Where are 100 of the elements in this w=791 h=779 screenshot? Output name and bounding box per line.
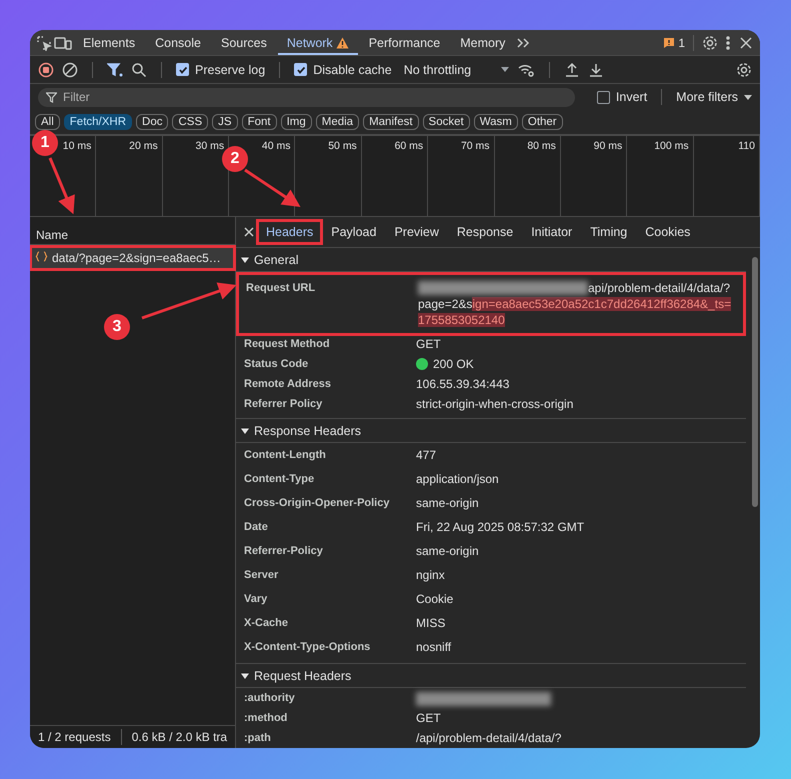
issues-badge[interactable]: 1 (663, 36, 685, 50)
timeline-tick-label: 90 ms (594, 140, 622, 152)
panel-tab[interactable]: Network (278, 30, 358, 55)
triangle-icon[interactable] (241, 256, 249, 264)
section-header[interactable]: Response Headers (236, 419, 746, 443)
type-filter-chip[interactable]: Wasm (474, 114, 518, 130)
checkbox[interactable] (176, 63, 189, 76)
header-value: 477 (416, 448, 436, 462)
caret-icon[interactable] (744, 94, 752, 100)
panel-tab[interactable]: Sources (212, 30, 276, 55)
timeline-tick-label: 60 ms (394, 140, 424, 152)
detail-tab[interactable]: Preview (386, 221, 447, 243)
type-filter-chip[interactable]: Media (316, 114, 360, 130)
header-name: Vary (244, 592, 268, 607)
device-toolbar-icon[interactable] (54, 34, 72, 50)
header-value: GET (416, 337, 441, 351)
panel-tab[interactable]: Performance (360, 30, 450, 55)
type-filter-chip[interactable]: Other (522, 114, 563, 130)
type-filter-chip[interactable]: Font (242, 114, 277, 130)
more-tabs-icon[interactable] (516, 36, 530, 48)
header-name: Referrer Policy (244, 397, 324, 412)
timeline-tick-label: 110 (738, 140, 755, 152)
search-icon[interactable] (131, 62, 147, 78)
header-name: Date (244, 520, 269, 535)
type-filter-chip[interactable]: Doc (136, 114, 168, 130)
type-filter-chip[interactable]: JS (212, 114, 238, 130)
timeline-tick-label: 30 ms (195, 140, 224, 152)
detail-tab[interactable]: Payload (323, 221, 384, 243)
type-filter-chip[interactable]: Img (280, 114, 312, 130)
header-value: 106.55.39.34:443 (416, 377, 510, 391)
header-name: Referrer-Policy (244, 544, 324, 559)
panel-tab[interactable]: Console (146, 30, 210, 55)
triangle-icon[interactable] (241, 426, 249, 434)
timeline-tick-label: 20 ms (129, 140, 158, 152)
header-name: :authority (244, 691, 296, 706)
header-value: MISS (416, 616, 446, 630)
header-value: /api/problem-detail/4/data/? (416, 731, 562, 745)
download-icon[interactable] (588, 62, 604, 78)
close-icon[interactable] (738, 34, 754, 50)
stop-recording-icon[interactable] (38, 62, 54, 78)
panel-tab[interactable]: Elements (74, 30, 144, 55)
header-name: X-Cache (244, 616, 290, 631)
detail-tab[interactable]: Timing (582, 221, 636, 243)
request-row[interactable]: data/?page=2&sign=ea8aec5… (31, 247, 234, 269)
type-filter-chip[interactable]: CSS (172, 114, 208, 130)
detail-tab[interactable]: Response (448, 221, 522, 243)
header-value: same-origin (416, 544, 479, 558)
checkbox[interactable] (596, 90, 610, 104)
more-filters-dropdown[interactable]: More filters (676, 90, 752, 104)
checkbox-label: Invert (616, 90, 648, 104)
section-header[interactable]: Request Headers (236, 664, 746, 688)
filter-icon (46, 92, 57, 102)
timeline-tick-label: 50 ms (328, 140, 357, 152)
close-icon[interactable] (242, 225, 256, 239)
triangle-icon[interactable] (241, 672, 249, 680)
column-header[interactable]: Name (36, 228, 68, 242)
type-filter-chip[interactable]: Socket (422, 114, 470, 130)
timeline-tick-label: 70 ms (460, 140, 490, 152)
header-value: Fri, 22 Aug 2025 08:57:32 GMT (416, 520, 584, 534)
header-value: same-origin (416, 496, 479, 510)
panel-tab[interactable]: Memory (451, 30, 514, 55)
throttling-dropdown[interactable]: No throttling (400, 62, 510, 76)
checkbox[interactable] (294, 63, 308, 76)
filter-icon[interactable] (107, 62, 123, 78)
header-name: Request Method (244, 337, 331, 352)
checkbox-label: Disable cache (313, 62, 392, 76)
header-name: Content-Type (244, 472, 316, 487)
clear-icon[interactable] (62, 62, 78, 78)
header-value: 200 OK (433, 357, 474, 371)
timeline-tick-label: 100 ms (654, 140, 689, 152)
upload-icon[interactable] (564, 62, 580, 78)
type-filter-chip[interactable]: All (35, 114, 60, 130)
timeline-tick-label: 10 ms (62, 140, 92, 152)
detail-tab[interactable]: Headers (258, 221, 322, 243)
scrollbar[interactable] (752, 257, 758, 507)
settings-icon[interactable] (702, 34, 718, 50)
type-filter-chip[interactable]: Manifest (363, 114, 419, 130)
header-value: nginx (416, 568, 445, 582)
section-header[interactable]: General (236, 248, 746, 272)
header-name: Status Code (244, 357, 310, 372)
header-value: strict-origin-when-cross-origin (416, 397, 574, 411)
status-text: 0.6 kB / 2.0 kB tra (132, 730, 228, 744)
filter-field[interactable]: Filter (38, 88, 575, 106)
inspect-icon[interactable] (36, 34, 52, 50)
type-filter-chip[interactable]: Fetch/XHR (64, 114, 132, 130)
timeline-tick-label: 40 ms (262, 140, 290, 152)
header-name: Cross-Origin-Opener-Policy (244, 496, 390, 511)
header-name: Request URL (246, 281, 316, 296)
header-value: api/problem-detail/4/data/?page=2&sign=ea8aec53e20a52c1c7dd26412ff36284&_ts=1755853052140 (418, 280, 732, 328)
settings-icon[interactable] (736, 62, 752, 78)
header-value: nosniff (416, 640, 452, 654)
header-name: Server (244, 568, 280, 583)
checkbox-label: Preserve log (195, 62, 266, 76)
detail-tab[interactable]: Cookies (637, 221, 698, 243)
header-value: application/json (416, 472, 499, 486)
header-name: :method (244, 711, 288, 726)
status-text: 1 / 2 requests (38, 730, 111, 744)
detail-tab[interactable]: Initiator (523, 221, 580, 243)
header-name: Remote Address (244, 377, 332, 392)
caret-icon[interactable] (501, 67, 510, 72)
